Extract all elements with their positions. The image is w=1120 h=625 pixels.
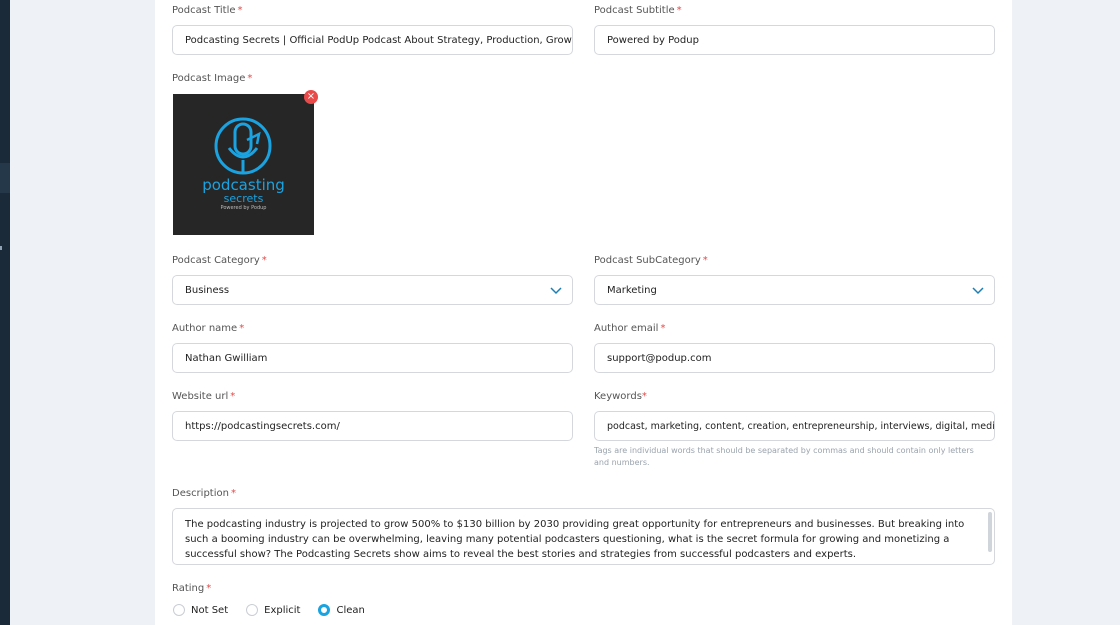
podcast-form: Podcast Title * Podcasting Secrets | Offi…: [155, 0, 1012, 625]
description-value: The podcasting industry is projected to …: [185, 519, 965, 560]
image-text-sub: secrets: [223, 192, 264, 205]
subcategory-value: Marketing: [607, 284, 657, 296]
sidebar-edge: [0, 0, 10, 625]
author-email-value: support@podup.com: [607, 352, 712, 364]
remove-image-button[interactable]: ×: [304, 90, 318, 104]
category-select[interactable]: Business: [172, 275, 573, 305]
podcast-subtitle-label: Podcast Subtitle *: [594, 5, 682, 16]
author-name-label: Author name *: [172, 323, 245, 334]
subcategory-label: Podcast SubCategory *: [594, 255, 708, 266]
podcast-title-value: Podcasting Secrets | Official PodUp Podc…: [185, 34, 573, 46]
podcast-title-label: Podcast Title *: [172, 5, 243, 16]
close-icon: ×: [306, 91, 316, 102]
author-email-label: Author email *: [594, 323, 666, 334]
rating-option-not-set[interactable]: Not Set: [173, 604, 228, 616]
chevron-down-icon: [972, 287, 984, 295]
author-name-value: Nathan Gwilliam: [185, 352, 268, 364]
podcast-image-label: Podcast Image *: [172, 73, 253, 84]
sidebar-marker: [0, 246, 2, 250]
radio-circle-selected: [318, 604, 331, 616]
keywords-input[interactable]: podcast, marketing, content, creation, e…: [594, 411, 995, 441]
category-label: Podcast Category *: [172, 255, 267, 266]
rating-radio-group: Not Set Explicit Clean: [173, 604, 365, 616]
rating-option-label: Clean: [336, 604, 365, 616]
rating-option-explicit[interactable]: Explicit: [246, 604, 300, 616]
rating-option-label: Not Set: [191, 604, 229, 616]
chevron-down-icon: [550, 287, 562, 295]
subcategory-select[interactable]: Marketing: [594, 275, 995, 305]
podcast-title-input[interactable]: Podcasting Secrets | Official PodUp Podc…: [172, 25, 573, 55]
website-url-value: https://podcastingsecrets.com/: [185, 420, 340, 432]
description-textarea[interactable]: The podcasting industry is projected to …: [172, 508, 995, 565]
radio-circle: [246, 604, 259, 616]
description-scrollbar[interactable]: [988, 512, 992, 552]
rating-option-label: Explicit: [264, 604, 301, 616]
podcast-image-thumbnail: podcasting secrets Powered by Podup: [173, 94, 314, 235]
podcast-subtitle-value: Powered by Podup: [607, 34, 699, 46]
website-url-label: Website url *: [172, 391, 236, 402]
keywords-label: Keywords*: [594, 391, 647, 402]
category-value: Business: [185, 284, 230, 296]
keywords-hint: Tags are individual words that should be…: [594, 446, 974, 467]
radio-circle: [173, 604, 185, 616]
description-label: Description *: [172, 488, 236, 499]
image-text-tag: Powered by Podup: [220, 205, 267, 211]
rating-option-clean[interactable]: Clean: [318, 604, 365, 616]
author-email-input[interactable]: support@podup.com: [594, 343, 995, 373]
sidebar-active-item[interactable]: [0, 163, 10, 193]
rating-label: Rating *: [172, 583, 212, 594]
keywords-value: podcast, marketing, content, creation, e…: [607, 420, 995, 432]
author-name-input[interactable]: Nathan Gwilliam: [172, 343, 573, 373]
website-url-input[interactable]: https://podcastingsecrets.com/: [172, 411, 573, 441]
microphone-logo-icon: [214, 117, 272, 175]
podcast-subtitle-input[interactable]: Powered by Podup: [594, 25, 995, 55]
